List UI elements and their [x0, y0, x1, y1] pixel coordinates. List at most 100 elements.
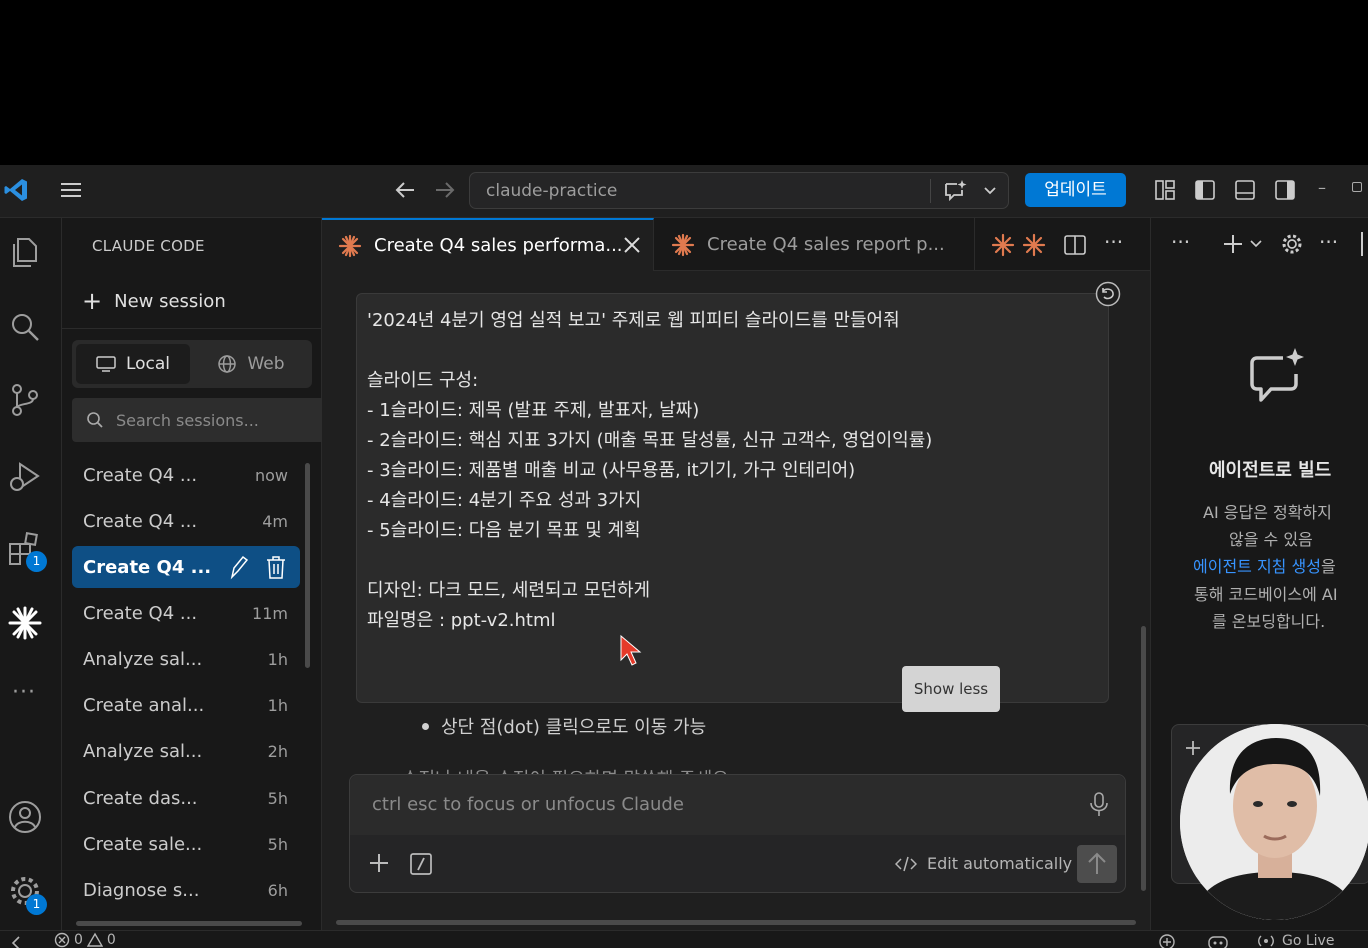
sidebar-scrollbar[interactable] [305, 463, 310, 668]
editor-scrollbar[interactable] [1141, 626, 1146, 891]
customize-layout-icon[interactable] [1153, 178, 1177, 202]
session-item-active[interactable]: Create Q4 ... [72, 546, 300, 588]
session-time: 1h [267, 649, 288, 669]
globe-icon [218, 355, 237, 373]
empty-state-text: 않을 수 있음 [1229, 530, 1313, 549]
more-actions-icon[interactable]: ··· [1104, 230, 1123, 254]
toggle-primary-sidebar-icon[interactable] [1193, 178, 1217, 202]
tab-web[interactable]: Web [194, 344, 308, 384]
restore-checkpoint-icon[interactable] [1095, 281, 1121, 307]
empty-state-link-line: 에이전트 지침 생성을 [1193, 553, 1336, 577]
message-line: - 2슬라이드: 핵심 지표 3가지 (매출 목표 달성률, 신규 고객수, 영… [367, 430, 933, 451]
tab-local-label: Local [125, 354, 171, 374]
run-debug-icon[interactable] [6, 458, 44, 496]
claude-spark-icon[interactable] [991, 233, 1015, 257]
more-actions-icon[interactable]: ··· [1319, 230, 1338, 254]
session-item[interactable]: Analyze sal... 2h [72, 730, 300, 772]
trash-icon[interactable] [264, 554, 288, 580]
go-live-button[interactable]: Go Live [1256, 933, 1334, 948]
edit-mode-toggle[interactable]: Edit automatically [895, 854, 1072, 873]
new-session-label: New session [114, 290, 226, 312]
search-placeholder: Search sessions... [116, 410, 259, 430]
claude-spark-icon[interactable] [1022, 233, 1046, 257]
arrow-up-icon [1088, 852, 1106, 874]
response-bullet: 상단 점(dot) 클릭으로도 이동 가능 [422, 713, 706, 739]
link-suffix: 을 [1320, 557, 1336, 576]
vscode-logo-icon [4, 179, 27, 201]
session-name: Create sale... [83, 833, 203, 855]
gear-icon[interactable] [1280, 232, 1304, 256]
slash-command-icon[interactable] [409, 852, 433, 876]
tab-local[interactable]: Local [76, 344, 190, 384]
message-line: '2024년 4분기 영업 실적 보고' 주제로 웹 피피티 슬라이드를 만들어… [367, 310, 900, 331]
arrow-left-icon[interactable] [394, 180, 416, 200]
send-button[interactable] [1077, 845, 1117, 883]
session-item[interactable]: Create das... 5h [72, 777, 300, 819]
prompt-input[interactable]: ctrl esc to focus or unfocus Claude [372, 794, 684, 815]
hamburger-menu-icon[interactable] [60, 180, 82, 200]
agent-instructions-link[interactable]: 에이전트 지침 생성 [1193, 557, 1321, 576]
plus-icon[interactable] [1184, 739, 1202, 757]
extensions-badge: 1 [26, 551, 47, 572]
session-item[interactable]: Create sale... 5h [72, 823, 300, 865]
maximize-icon[interactable] [1352, 182, 1362, 192]
chat-sparkle-icon[interactable] [942, 179, 968, 203]
message-line: 슬라이드 구성: [367, 370, 479, 391]
tab-session-active[interactable]: Create Q4 sales performa... [322, 218, 654, 271]
tab-session[interactable]: Create Q4 sales report p... [655, 218, 975, 271]
session-name: Create Q4 ... [83, 464, 198, 486]
plus-icon[interactable] [1221, 232, 1245, 256]
session-name: Create das... [83, 787, 198, 809]
session-item[interactable]: Analyze sal... 1h [72, 638, 300, 680]
claude-icon[interactable] [6, 604, 44, 642]
files-icon[interactable] [6, 233, 44, 271]
copilot-icon[interactable] [1206, 933, 1230, 948]
empty-state-text: 통해 코드베이스에 AI [1194, 585, 1338, 604]
black-letterbox [0, 0, 1368, 165]
toggle-secondary-sidebar-icon[interactable] [1273, 178, 1297, 202]
search-icon[interactable] [6, 308, 44, 346]
session-item[interactable]: Diagnose s... 6h [72, 869, 300, 911]
session-time: 6h [267, 880, 288, 900]
more-actions-icon[interactable]: ··· [1171, 230, 1190, 254]
source-control-icon[interactable] [6, 381, 44, 419]
plus-icon[interactable] [367, 851, 391, 875]
update-button[interactable]: 업데이트 [1025, 173, 1126, 207]
divider [930, 179, 931, 203]
close-icon[interactable] [623, 236, 641, 254]
chevron-down-icon[interactable] [1249, 237, 1263, 251]
sidebar-horizontal-scrollbar[interactable] [76, 921, 302, 926]
split-editor-icon[interactable] [1063, 233, 1087, 257]
show-less-button[interactable]: Show less [902, 666, 1000, 712]
message-line: 디자인: 다크 모드, 세련되고 모던하게 [367, 580, 651, 601]
pencil-icon[interactable] [226, 554, 250, 580]
search-sessions-input[interactable]: Search sessions... [72, 398, 322, 442]
tab-web-label: Web [247, 354, 285, 374]
zoom-in-icon[interactable] [1158, 933, 1176, 948]
divider [62, 328, 322, 329]
editor-horizontal-scrollbar[interactable] [336, 920, 1136, 925]
session-name: Create Q4 ... [83, 556, 212, 578]
microphone-icon[interactable] [1088, 791, 1110, 817]
arrow-right-icon[interactable] [434, 180, 456, 200]
session-item[interactable]: Create anal... 1h [72, 684, 300, 726]
new-session-button[interactable]: + New session [82, 288, 226, 314]
session-time: 5h [267, 834, 288, 854]
empty-state-text: AI 응답은 정확하지 [1203, 503, 1332, 522]
more-icon[interactable]: ··· [12, 680, 36, 705]
prompt-input-area[interactable]: ctrl esc to focus or unfocus Claude [350, 775, 1125, 835]
remote-icon[interactable] [10, 935, 24, 948]
minimize-icon[interactable]: – [1318, 178, 1326, 197]
session-item[interactable]: Create Q4 ... 4m [72, 500, 300, 542]
account-icon[interactable] [6, 798, 44, 836]
session-item[interactable]: Create Q4 ... 11m [72, 592, 300, 634]
command-center-search[interactable]: claude-practice [469, 172, 1009, 209]
session-item[interactable]: Create Q4 ... now [72, 454, 300, 496]
bullet-dot [422, 722, 429, 730]
chevron-down-icon[interactable] [982, 182, 998, 198]
toggle-panel-icon[interactable] [1233, 178, 1257, 202]
editor-tab-bar: Create Q4 sales performa... Create Q4 sa… [322, 218, 1150, 271]
activity-bar: 1 ··· 1 [0, 218, 62, 930]
problems-indicator[interactable]: 0 0 [54, 932, 116, 948]
session-time: 1h [267, 695, 288, 715]
